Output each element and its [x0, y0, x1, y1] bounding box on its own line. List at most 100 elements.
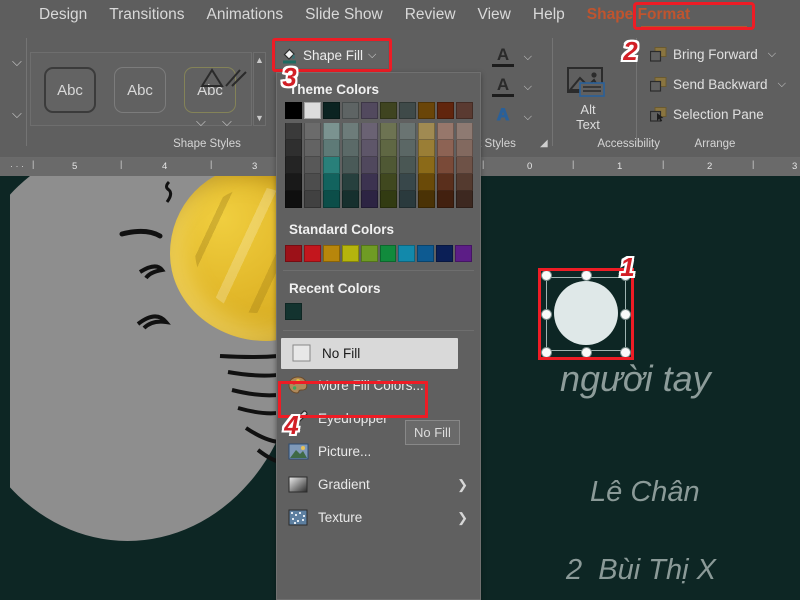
theme-color-variant-swatch[interactable]	[285, 140, 302, 157]
theme-color-variant-swatch[interactable]	[437, 123, 454, 140]
theme-color-swatch[interactable]	[399, 102, 416, 119]
theme-color-swatch[interactable]	[380, 102, 397, 119]
resize-handle-bottom-right[interactable]	[620, 347, 631, 358]
theme-color-swatch[interactable]	[456, 102, 473, 119]
theme-color-variant-swatch[interactable]	[380, 123, 397, 140]
theme-color-column-7[interactable]	[399, 102, 416, 208]
theme-color-variant-swatch[interactable]	[380, 157, 397, 174]
theme-color-variant-swatch[interactable]	[418, 191, 435, 208]
theme-color-variant-swatch[interactable]	[285, 191, 302, 208]
chevron-down-icon[interactable]: ▼	[255, 113, 264, 123]
theme-color-variant-swatch[interactable]	[418, 157, 435, 174]
standard-color-swatch[interactable]	[360, 245, 378, 262]
shape-style-item-2[interactable]: Abc	[114, 67, 166, 113]
theme-color-swatch[interactable]	[285, 102, 302, 119]
standard-color-swatch[interactable]	[455, 245, 473, 262]
theme-color-variant-swatch[interactable]	[399, 123, 416, 140]
standard-color-swatch[interactable]	[436, 245, 454, 262]
alt-text-button[interactable]: Alt Text	[560, 66, 616, 132]
theme-color-variant-swatch[interactable]	[361, 174, 378, 191]
standard-color-swatch[interactable]	[398, 245, 416, 262]
standard-color-swatch[interactable]	[417, 245, 435, 262]
theme-color-column-10[interactable]	[456, 102, 473, 208]
standard-color-swatch[interactable]	[285, 245, 302, 262]
theme-colors-grid[interactable]	[277, 102, 480, 208]
theme-color-variant-swatch[interactable]	[361, 157, 378, 174]
chevron-down-icon[interactable]: ⌵	[368, 49, 376, 62]
slide-row-2[interactable]: 2 Bùi Thị X	[566, 554, 716, 587]
chevron-up-icon[interactable]: ▲	[255, 55, 264, 65]
standard-color-swatch[interactable]	[341, 245, 359, 262]
resize-handle-top-left[interactable]	[541, 270, 552, 281]
oval-shape[interactable]	[554, 281, 618, 345]
shape-outline-chevron-icon[interactable]: ⌵	[222, 114, 232, 130]
bring-forward-button[interactable]: Bring Forward ⌵	[649, 47, 776, 62]
selected-oval-shape[interactable]	[540, 270, 632, 358]
theme-color-variant-swatch[interactable]	[304, 157, 321, 174]
standard-color-swatch[interactable]	[303, 245, 321, 262]
theme-color-column-3[interactable]	[323, 102, 340, 208]
tab-design[interactable]: Design	[28, 0, 98, 30]
theme-color-variant-swatch[interactable]	[323, 191, 340, 208]
lightbulb-image[interactable]	[10, 176, 282, 600]
theme-color-variant-swatch[interactable]	[285, 157, 302, 174]
theme-color-variant-swatch[interactable]	[418, 123, 435, 140]
theme-color-swatch[interactable]	[418, 102, 435, 119]
theme-color-variant-swatch[interactable]	[323, 174, 340, 191]
theme-color-column-4[interactable]	[342, 102, 359, 208]
chevron-down-icon[interactable]: ⌵	[778, 78, 786, 91]
gallery-scroll-up-left-icon[interactable]: ⌵	[12, 54, 22, 70]
slide-title-text[interactable]: người tay	[560, 358, 711, 400]
theme-color-variant-swatch[interactable]	[342, 140, 359, 157]
resize-handle-middle-left[interactable]	[541, 309, 552, 320]
tab-slide-show[interactable]: Slide Show	[294, 0, 394, 30]
theme-color-variant-swatch[interactable]	[304, 140, 321, 157]
theme-color-variant-swatch[interactable]	[342, 191, 359, 208]
chevron-down-icon[interactable]: ⌵	[768, 48, 776, 61]
menu-item-no-fill[interactable]: No Fill	[281, 338, 458, 369]
theme-color-variant-swatch[interactable]	[285, 174, 302, 191]
chevron-down-icon[interactable]: ⌵	[524, 111, 532, 124]
theme-color-column-6[interactable]	[380, 102, 397, 208]
theme-color-variant-swatch[interactable]	[399, 191, 416, 208]
theme-color-variant-swatch[interactable]	[399, 174, 416, 191]
theme-color-variant-swatch[interactable]	[437, 157, 454, 174]
menu-item-texture[interactable]: Texture ❯	[277, 501, 480, 534]
theme-color-variant-swatch[interactable]	[361, 191, 378, 208]
resize-handle-middle-right[interactable]	[620, 309, 631, 320]
theme-color-variant-swatch[interactable]	[323, 123, 340, 140]
theme-color-variant-swatch[interactable]	[342, 123, 359, 140]
theme-color-variant-swatch[interactable]	[399, 157, 416, 174]
theme-color-variant-swatch[interactable]	[437, 174, 454, 191]
wordart-style-3[interactable]: A ⌵	[492, 106, 532, 132]
tab-review[interactable]: Review	[394, 0, 467, 30]
recent-colors-row[interactable]	[277, 301, 480, 320]
gallery-scroll-down-left-icon[interactable]: ⌵	[12, 106, 22, 122]
theme-color-column-2[interactable]	[304, 102, 321, 208]
theme-color-swatch[interactable]	[323, 102, 340, 119]
theme-color-variant-swatch[interactable]	[342, 174, 359, 191]
theme-color-variant-swatch[interactable]	[361, 123, 378, 140]
theme-color-variant-swatch[interactable]	[380, 174, 397, 191]
theme-color-variant-swatch[interactable]	[304, 174, 321, 191]
resize-handle-bottom-left[interactable]	[541, 347, 552, 358]
standard-color-swatch[interactable]	[379, 245, 397, 262]
theme-color-variant-swatch[interactable]	[456, 174, 473, 191]
wordart-style-2[interactable]: A ⌵	[492, 76, 532, 102]
chevron-down-icon[interactable]: ⌵	[524, 81, 532, 94]
menu-item-more-fill-colors[interactable]: More Fill Colors...	[277, 369, 480, 402]
theme-color-variant-swatch[interactable]	[399, 140, 416, 157]
theme-color-variant-swatch[interactable]	[380, 191, 397, 208]
theme-color-variant-swatch[interactable]	[437, 191, 454, 208]
theme-color-variant-swatch[interactable]	[418, 140, 435, 157]
theme-color-variant-swatch[interactable]	[456, 123, 473, 140]
theme-color-variant-swatch[interactable]	[304, 191, 321, 208]
standard-colors-row[interactable]	[277, 242, 480, 262]
theme-color-column-5[interactable]	[361, 102, 378, 208]
slide-row-1-name[interactable]: Lê Chân	[590, 476, 700, 509]
theme-color-variant-swatch[interactable]	[342, 157, 359, 174]
shape-style-item-1[interactable]: Abc	[44, 67, 96, 113]
recent-color-swatch[interactable]	[285, 303, 302, 320]
shape-fill-dropdown-menu[interactable]: Theme Colors Standard Colors Recent Colo…	[276, 72, 481, 600]
selection-pane-button[interactable]: Selection Pane	[649, 107, 764, 122]
